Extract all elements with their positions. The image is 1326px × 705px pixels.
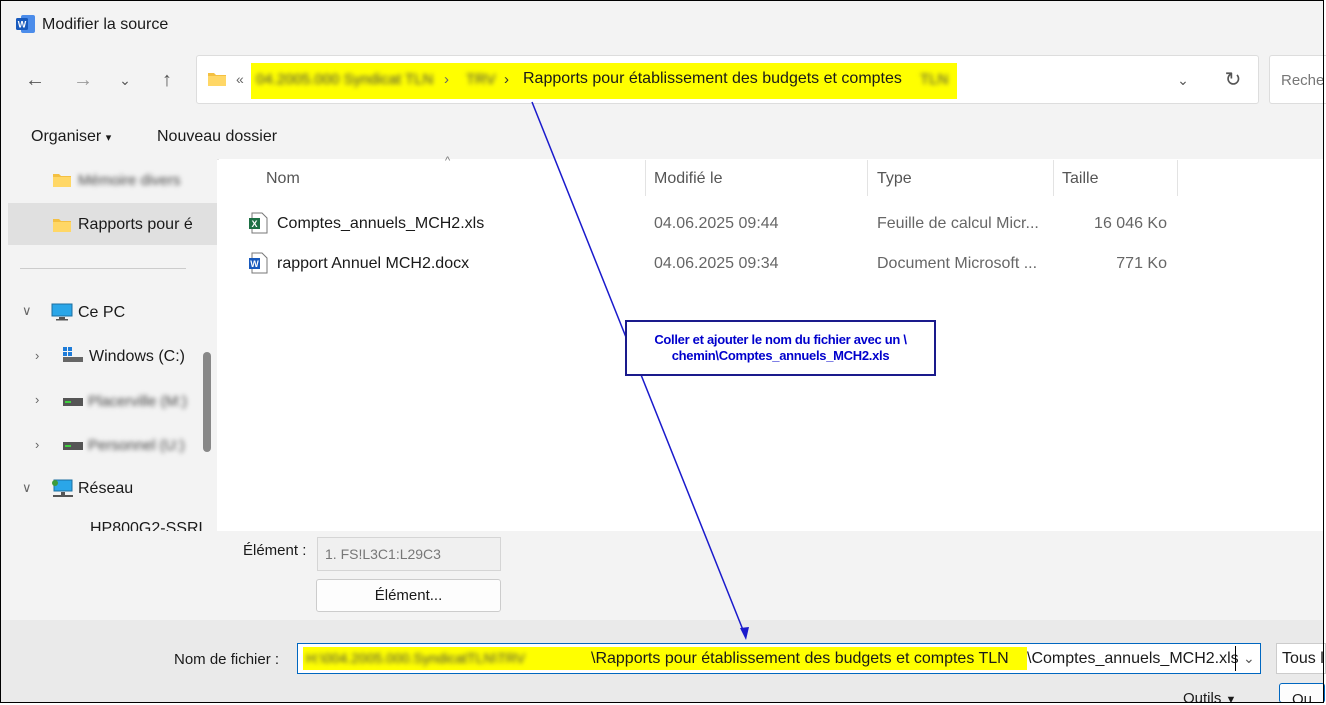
- window-frame: [0, 0, 1324, 703]
